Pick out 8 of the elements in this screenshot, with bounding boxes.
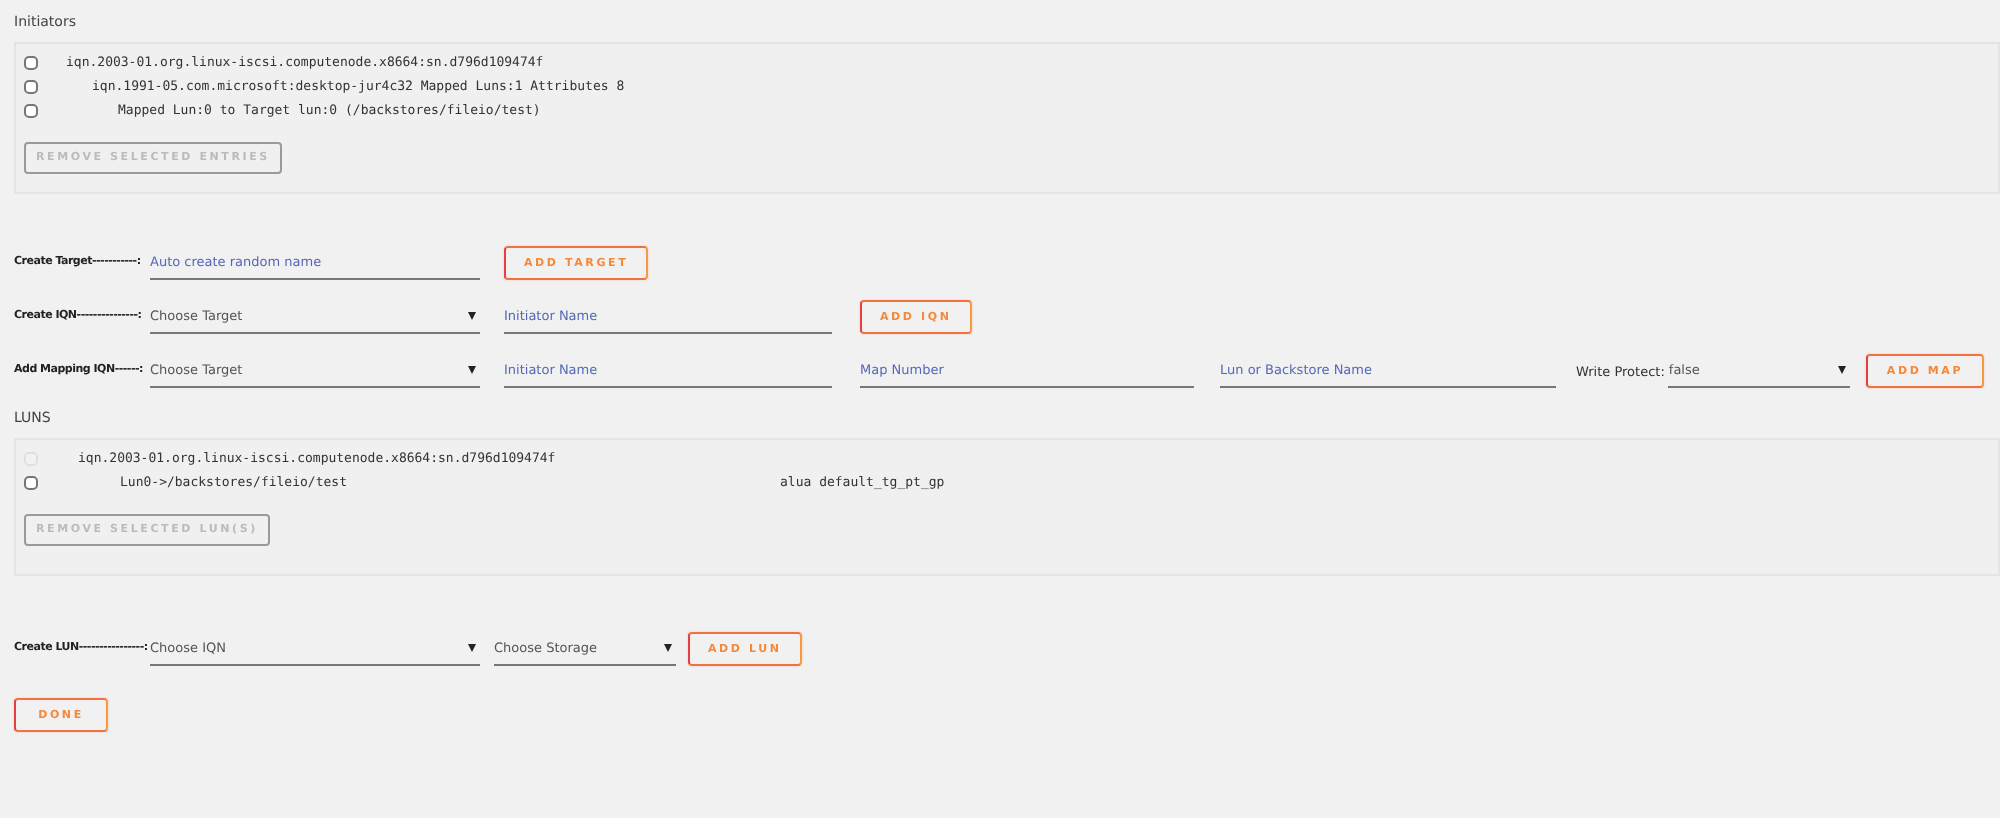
caret-icon [468,312,476,320]
checkbox[interactable] [24,55,38,69]
caret-icon [468,644,476,652]
checkbox[interactable] [24,103,38,117]
caret-icon [1838,366,1847,374]
caret-icon [664,644,672,652]
checkbox[interactable] [24,79,38,93]
caret-icon [468,366,476,374]
